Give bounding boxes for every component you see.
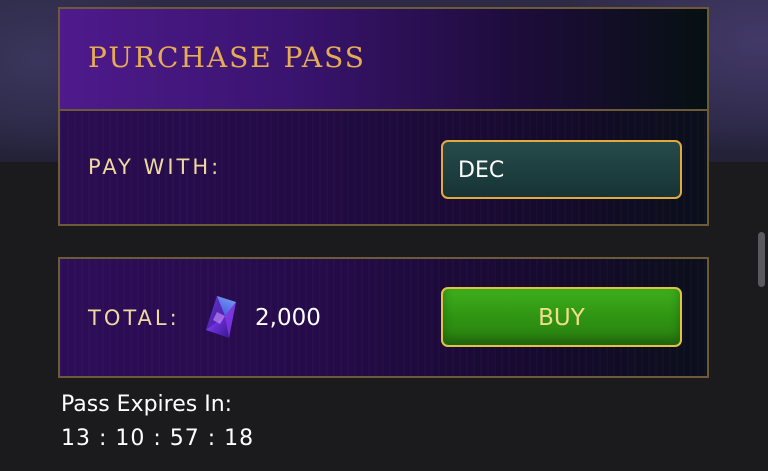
- pass-expires-label: Pass Expires In:: [61, 392, 233, 417]
- buy-button[interactable]: BUY: [441, 287, 682, 347]
- purchase-pass-panel: PURCHASE PASS PAY WITH: DEC: [58, 7, 709, 226]
- buy-button-label: BUY: [538, 305, 585, 331]
- total-amount: 2,000: [255, 305, 321, 331]
- pay-with-row: PAY WITH: DEC: [60, 111, 707, 224]
- page-title: PURCHASE PASS: [88, 41, 366, 74]
- total-panel: TOTAL: 2,000 BUY: [58, 257, 709, 378]
- pay-with-label: PAY WITH:: [88, 155, 222, 179]
- scrollbar[interactable]: [750, 0, 768, 471]
- currency-select[interactable]: DEC: [441, 140, 682, 199]
- currency-value: DEC: [458, 158, 505, 183]
- scrollbar-thumb[interactable]: [758, 232, 765, 287]
- purchase-header: PURCHASE PASS: [60, 9, 707, 111]
- pass-expires-timer: 13 : 10 : 57 : 18: [61, 426, 255, 451]
- total-label: TOTAL:: [88, 306, 180, 330]
- gem-icon: [206, 296, 236, 338]
